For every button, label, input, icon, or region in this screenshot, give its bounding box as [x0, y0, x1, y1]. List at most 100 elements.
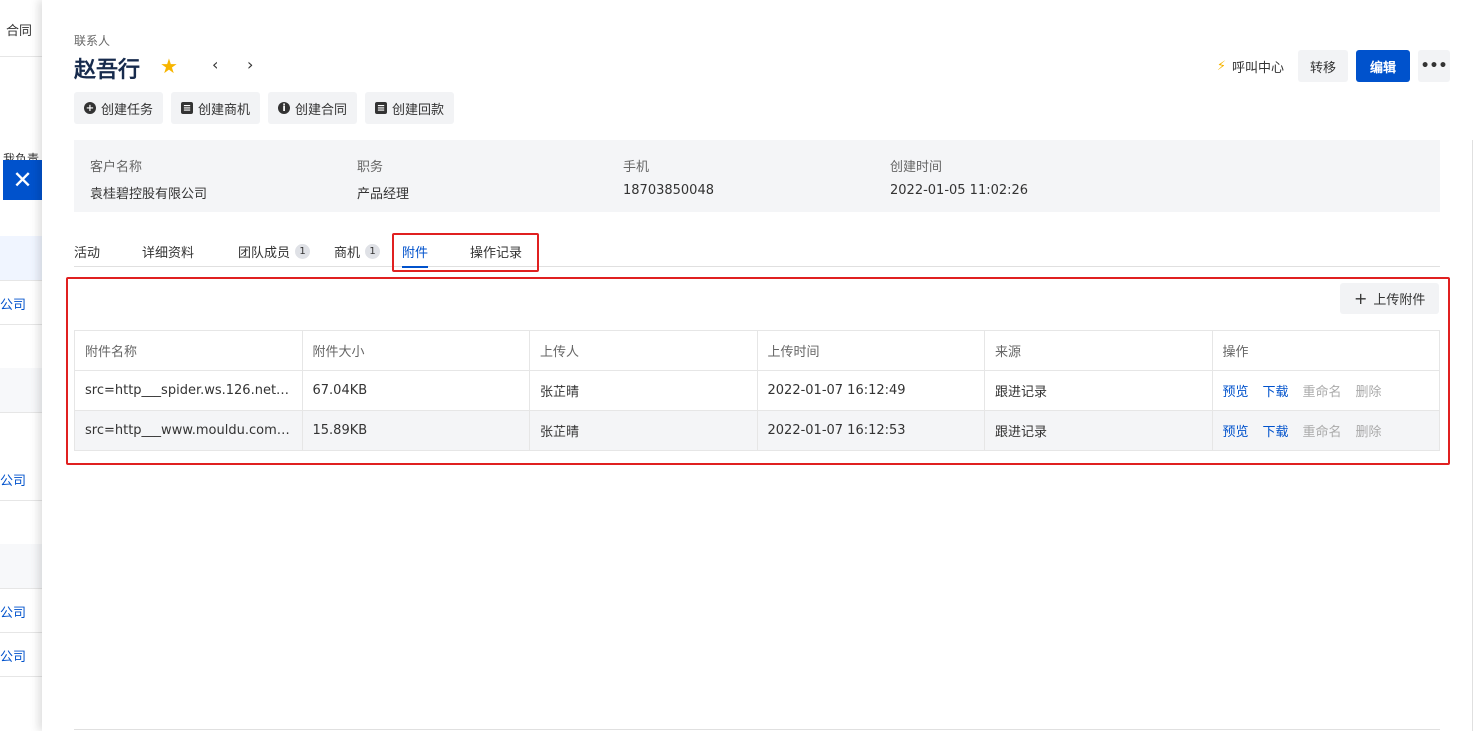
- star-icon[interactable]: ★: [160, 54, 178, 78]
- count-badge: 1: [295, 244, 311, 259]
- create-contract-label: 创建合同: [295, 102, 348, 118]
- bg-tab-contract[interactable]: 合同: [6, 20, 32, 39]
- lightning-icon: ⚡: [1216, 58, 1226, 74]
- rename-link: 重命名: [1302, 385, 1342, 400]
- clipboard-icon: ≡: [375, 102, 388, 114]
- tab-opportunity[interactable]: 商机 1: [334, 242, 381, 261]
- page-title: 赵吾行: [74, 58, 141, 83]
- create-task-label: 创建任务: [101, 102, 154, 118]
- tab-activity[interactable]: 活动: [74, 242, 100, 261]
- rename-link: 重命名: [1302, 425, 1342, 440]
- header-actions: ⚡ 呼叫中心 转移 编辑 •••: [1211, 50, 1450, 82]
- column-header: 附件大小: [301, 330, 530, 371]
- divider: [0, 280, 42, 281]
- more-icon: •••: [1420, 58, 1448, 74]
- bg-row-selected[interactable]: [0, 236, 42, 280]
- create-opportunity-label: 创建商机: [198, 102, 251, 118]
- quick-actions: + 创建任务 ≡ 创建商机 i 创建合同 ≡ 创建回款: [74, 92, 455, 124]
- create-contract-button[interactable]: i 创建合同: [268, 92, 358, 124]
- preview-link[interactable]: 预览: [1223, 421, 1249, 440]
- call-center-button[interactable]: ⚡ 呼叫中心: [1211, 57, 1290, 76]
- download-link[interactable]: 下载: [1263, 381, 1289, 400]
- column-header: 上传人: [529, 330, 758, 371]
- field-label: 客户名称: [90, 160, 143, 175]
- attachments-table: 附件名称 附件大小 上传人 上传时间 来源 操作 src=http___spid…: [74, 330, 1440, 451]
- field-customer: 客户名称 袁桂碧控股有限公司: [90, 156, 207, 202]
- breadcrumb: 联系人: [74, 34, 111, 48]
- tab-label: 详细资料: [142, 246, 195, 261]
- call-center-label: 呼叫中心: [1231, 60, 1284, 76]
- bg-company-link[interactable]: 公司: [0, 294, 26, 313]
- count-badge: 1: [365, 244, 381, 259]
- field-value: 18703850048: [623, 183, 714, 198]
- create-payment-button[interactable]: ≡ 创建回款: [365, 92, 455, 124]
- edit-button[interactable]: 编辑: [1355, 50, 1410, 82]
- scrollbar-track[interactable]: [1472, 140, 1473, 731]
- attachment-uploader: 张芷晴: [529, 410, 758, 451]
- download-link[interactable]: 下载: [1263, 421, 1289, 440]
- plus-icon: +: [1354, 289, 1368, 308]
- more-button[interactable]: •••: [1418, 50, 1450, 82]
- divider: [0, 500, 42, 501]
- row-operations: 预览 下载 重命名 删除: [1211, 370, 1440, 411]
- divider: [74, 729, 1440, 730]
- field-position: 职务 产品经理: [357, 156, 409, 202]
- tab-details[interactable]: 详细资料: [142, 242, 194, 261]
- delete-link: 删除: [1355, 385, 1382, 400]
- attachment-source: 跟进记录: [984, 370, 1213, 411]
- table-header: 附件名称 附件大小 上传人 上传时间 来源 操作: [74, 330, 1440, 371]
- bg-company-link[interactable]: 公司: [0, 602, 26, 621]
- column-header: 操作: [1211, 330, 1440, 371]
- divider: [0, 324, 42, 325]
- close-icon: ✕: [12, 166, 33, 194]
- info-icon: i: [278, 102, 291, 114]
- create-payment-label: 创建回款: [392, 102, 445, 118]
- upload-attachment-button[interactable]: + 上传附件: [1340, 283, 1440, 314]
- bg-company-link[interactable]: 公司: [0, 470, 26, 489]
- attachment-source: 跟进记录: [984, 410, 1213, 451]
- create-task-button[interactable]: + 创建任务: [74, 92, 164, 124]
- upload-label: 上传附件: [1373, 293, 1426, 308]
- chevron-right-icon[interactable]: ›: [247, 55, 253, 74]
- transfer-button[interactable]: 转移: [1297, 50, 1348, 82]
- attachment-uploader: 张芷晴: [529, 370, 758, 411]
- contact-detail-drawer: 联系人 赵吾行 ★ ‹ › ⚡ 呼叫中心 转移 编辑 ••• + 创建任务 ≡ …: [42, 0, 1482, 731]
- divider: [0, 588, 42, 589]
- attachment-size: 67.04KB: [301, 370, 530, 411]
- field-value: 袁桂碧控股有限公司: [90, 187, 208, 202]
- column-header: 来源: [984, 330, 1213, 371]
- field-label: 创建时间: [890, 160, 943, 175]
- field-value: 产品经理: [357, 187, 410, 202]
- divider: [0, 412, 42, 413]
- table-row: src=http___www.mouldu.com_u... 15.89KB 张…: [74, 410, 1440, 451]
- delete-link: 删除: [1355, 425, 1382, 440]
- tab-label: 活动: [74, 246, 101, 261]
- field-mobile: 手机 18703850048: [623, 156, 714, 198]
- field-label: 职务: [357, 160, 384, 175]
- close-drawer-button[interactable]: ✕: [3, 160, 42, 200]
- background-list: 合同 我负责 ✕ 公司 公司 公司 公司: [0, 0, 42, 731]
- summary-panel: 客户名称 袁桂碧控股有限公司 职务 产品经理 手机 18703850048 创建…: [74, 140, 1440, 212]
- bg-company-link[interactable]: 公司: [0, 646, 26, 665]
- plus-circle-icon: +: [84, 102, 96, 114]
- detail-tabs: 活动 详细资料 团队成员 1 商机 1 附件 操作记录: [74, 230, 1440, 268]
- create-opportunity-button[interactable]: ≡ 创建商机: [171, 92, 261, 124]
- chevron-left-icon[interactable]: ‹: [212, 55, 218, 74]
- table-row: src=http___spider.ws.126.net_aa... 67.04…: [74, 370, 1440, 411]
- bg-row[interactable]: [0, 544, 42, 588]
- divider: [0, 632, 42, 633]
- clipboard-icon: ≡: [181, 102, 194, 114]
- tab-label: 商机: [334, 246, 361, 261]
- tab-team[interactable]: 团队成员 1: [238, 242, 311, 261]
- divider: [0, 676, 42, 677]
- preview-link[interactable]: 预览: [1223, 381, 1249, 400]
- attachment-time: 2022-01-07 16:12:49: [756, 370, 985, 411]
- row-operations: 预览 下载 重命名 删除: [1211, 410, 1440, 451]
- field-value: 2022-01-05 11:02:26: [890, 183, 1029, 198]
- attachment-time: 2022-01-07 16:12:53: [756, 410, 985, 451]
- field-label: 手机: [623, 160, 650, 175]
- bg-row[interactable]: [0, 368, 42, 412]
- divider: [0, 56, 42, 57]
- field-created: 创建时间 2022-01-05 11:02:26: [890, 156, 1028, 198]
- attachment-name: src=http___spider.ws.126.net_aa...: [74, 370, 303, 411]
